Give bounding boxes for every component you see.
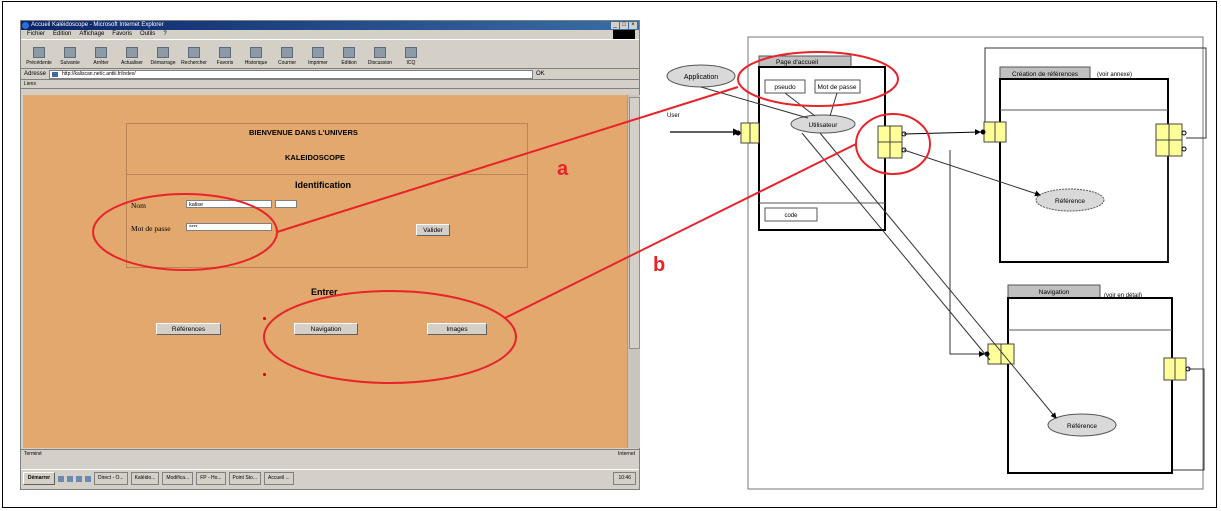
annotation-circle-buttons [263, 290, 517, 384]
port-pin [1181, 130, 1187, 136]
pseudo-label: pseudo [774, 84, 796, 91]
annotation-label-b: b [653, 254, 665, 276]
annotation-link-a [276, 86, 739, 233]
connection-arrow [949, 150, 985, 357]
creation-reference-label: Référence [1055, 198, 1085, 205]
port-pin [1181, 146, 1187, 152]
navigation-title: Navigation [1039, 289, 1070, 296]
code-label: code [784, 213, 798, 219]
creation-title: Création de références [1012, 71, 1079, 78]
navigation-box [1007, 297, 1173, 474]
creation-note: (voir annexe) [1097, 72, 1132, 78]
password-field-label: Mot de passe [817, 84, 856, 91]
application-label: Application [684, 74, 718, 81]
navigation-reference-label: Référence [1067, 423, 1097, 430]
user-label: User [667, 113, 680, 119]
port-pin [735, 130, 741, 136]
feedback-line [1172, 368, 1205, 471]
utilisateur-label: Utilisateur [809, 122, 839, 129]
connection-line [801, 132, 991, 361]
connection-arrow [903, 129, 981, 136]
creation-box [999, 78, 1169, 263]
page-accueil-title: Page d'accueil [776, 59, 819, 66]
annotation-circle-identification [92, 193, 278, 271]
diagram-svg: Application User Page d'accueil pseudo M… [92, 36, 1207, 490]
annotation-label-a: a [557, 158, 569, 180]
port-pin [980, 129, 986, 135]
